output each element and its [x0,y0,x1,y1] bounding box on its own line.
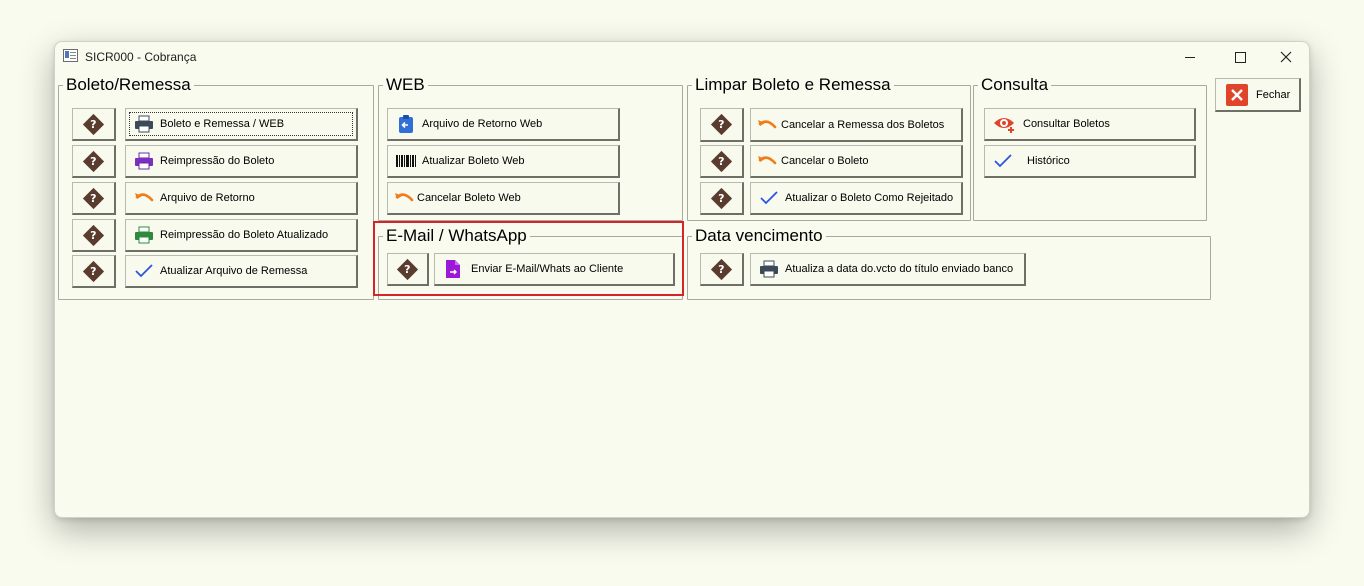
arquivo-retorno-label: Arquivo de Retorno [160,192,255,204]
cancelar-remessa-boletos-button[interactable]: Cancelar a Remessa dos Boletos [750,108,963,142]
fechar-label: Fechar [1256,88,1291,101]
help-diamond-icon: ? [82,260,105,282]
reimpressao-boleto-button[interactable]: Reimpressão do Boleto [125,145,358,178]
atualizar-boleto-rejeitado-label: Atualizar o Boleto Como Rejeitado [785,192,954,204]
maximize-icon [1234,51,1246,63]
reimpressao-boleto-label: Reimpressão do Boleto [160,155,275,167]
group-title-email: E-Mail / WhatsApp [383,227,530,245]
clipboard-icon [396,114,416,134]
help-diamond-icon: ? [396,258,419,280]
close-x-icon [1226,83,1248,106]
consultar-boletos-button[interactable]: Consultar Boletos [984,108,1196,141]
maximize-button[interactable] [1217,42,1263,72]
undo-arrow-icon [134,188,154,208]
help-button-reimpressao-boleto[interactable]: ? [72,145,116,178]
barcode-icon [396,151,416,171]
window-title: SICR000 - Cobrança [85,50,197,64]
help-button-data-vencimento[interactable]: ? [700,253,744,286]
close-icon [1280,51,1292,63]
cancelar-remessa-boletos-label: Cancelar a Remessa dos Boletos [781,118,945,131]
app-window-icon [63,49,78,62]
checkmark-icon [759,188,779,208]
help-diamond-icon: ? [710,113,733,136]
atualizar-boleto-web-button[interactable]: Atualizar Boleto Web [387,145,620,178]
help-diamond-icon: ? [82,187,105,209]
boleto-remessa-web-label: Boleto e Remessa / WEB [160,118,285,130]
atualizar-arquivo-remessa-button[interactable]: Atualizar Arquivo de Remessa [125,255,358,288]
cancelar-boleto-web-label: Cancelar Boleto Web [417,192,521,204]
group-title-boleto-remessa: Boleto/Remessa [63,76,194,94]
help-button-atualizar-remessa[interactable]: ? [72,255,116,288]
help-button-boleto-rejeitado[interactable]: ? [700,182,744,215]
help-button-enviar-email[interactable]: ? [387,253,429,286]
group-title-vencimento: Data vencimento [692,227,826,245]
atualizar-arquivo-remessa-label: Atualizar Arquivo de Remessa [160,265,308,277]
cancelar-boleto-web-button[interactable]: Cancelar Boleto Web [387,182,620,215]
help-diamond-icon: ? [82,150,105,172]
reimpressao-boleto-atualizado-label: Reimpressão do Boleto Atualizado [160,229,329,241]
arquivo-retorno-button[interactable]: Arquivo de Retorno [125,182,358,215]
undo-arrow-icon [394,188,414,208]
help-diamond-icon: ? [710,258,733,280]
printer-icon [134,114,154,134]
arquivo-retorno-web-button[interactable]: Arquivo de Retorno Web [387,108,620,141]
eye-icon [993,114,1017,134]
undo-arrow-icon [757,151,777,171]
group-title-consulta: Consulta [978,76,1052,94]
arquivo-retorno-web-label: Arquivo de Retorno Web [422,118,543,130]
help-button-cancelar-boleto[interactable]: ? [700,145,744,178]
minimize-button[interactable] [1167,42,1213,72]
atualizar-boleto-rejeitado-button[interactable]: Atualizar o Boleto Como Rejeitado [750,182,963,215]
help-button-boleto-remessa-web[interactable]: ? [72,108,116,141]
atualiza-data-vcto-label: Atualiza a data do.vcto do título enviad… [785,263,1014,275]
fechar-button[interactable]: Fechar [1215,78,1301,112]
historico-label: Histórico [1027,155,1070,167]
printer-icon [134,151,154,171]
enviar-email-whats-label: Enviar E-Mail/Whats ao Cliente [471,263,624,275]
help-diamond-icon: ? [710,150,733,172]
historico-button[interactable]: Histórico [984,145,1196,178]
title-bar[interactable]: SICR000 - Cobrança [55,42,1309,72]
printer-icon [134,225,154,245]
consultar-boletos-label: Consultar Boletos [1023,118,1110,130]
help-button-arquivo-retorno[interactable]: ? [72,182,116,215]
cancelar-boleto-label: Cancelar o Boleto [781,155,869,167]
reimpressao-boleto-atualizado-button[interactable]: Reimpressão do Boleto Atualizado [125,219,358,252]
help-diamond-icon: ? [710,187,733,209]
atualiza-data-vcto-button[interactable]: Atualiza a data do.vcto do título enviad… [750,253,1026,286]
printer-icon [759,259,779,279]
help-button-reimpressao-atualizado[interactable]: ? [72,219,116,252]
checkmark-icon [993,151,1013,171]
enviar-email-whats-button[interactable]: Enviar E-Mail/Whats ao Cliente [434,253,675,286]
undo-arrow-icon [757,115,777,135]
close-window-button[interactable] [1263,42,1309,72]
document-send-icon [443,259,463,279]
group-title-web: WEB [383,76,428,94]
group-title-limpar: Limpar Boleto e Remessa [692,76,894,94]
minimize-icon [1185,56,1195,58]
atualizar-boleto-web-label: Atualizar Boleto Web [422,155,525,167]
help-diamond-icon: ? [82,224,105,246]
checkmark-icon [134,261,154,281]
help-button-cancelar-remessa[interactable]: ? [700,108,744,142]
boleto-remessa-web-button[interactable]: Boleto e Remessa / WEB [125,108,358,141]
help-diamond-icon: ? [82,113,105,135]
cancelar-boleto-button[interactable]: Cancelar o Boleto [750,145,963,178]
